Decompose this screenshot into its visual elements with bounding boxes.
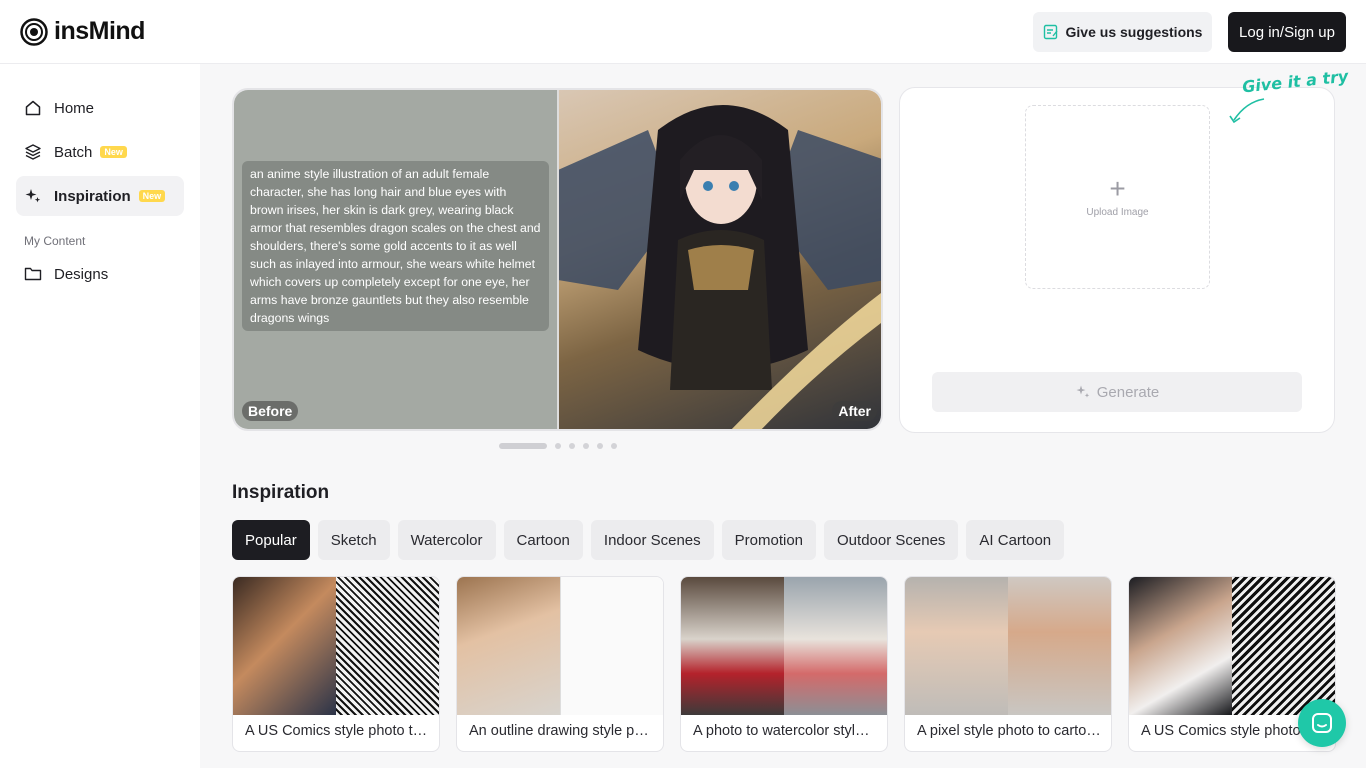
logo-icon (20, 17, 48, 46)
card-preview-image (681, 577, 887, 715)
before-label: Before (242, 401, 299, 421)
card-preview-image (905, 577, 1111, 715)
inspiration-card[interactable]: A photo to watercolor style painting (680, 576, 888, 752)
tab-promotion[interactable]: Promotion (721, 520, 817, 560)
upload-image-dropzone[interactable]: + Upload Image (1025, 105, 1210, 289)
before-after-showcase[interactable]: an anime style illustration of an adult … (232, 88, 883, 431)
logo-text: insMind (54, 17, 145, 45)
generate-button[interactable]: Generate (932, 372, 1302, 412)
carousel-dot[interactable] (583, 443, 589, 449)
tab-ai-cartoon[interactable]: AI Cartoon (966, 520, 1065, 560)
carousel-dot[interactable] (611, 443, 617, 449)
card-title: A photo to watercolor style painting (693, 723, 877, 739)
generate-label: Generate (1096, 383, 1160, 401)
chat-support-button[interactable] (1298, 699, 1346, 747)
after-label: After (832, 401, 877, 421)
plus-icon: + (1109, 172, 1126, 204)
sparkle-icon (1076, 385, 1090, 398)
carousel-dot[interactable] (569, 443, 575, 449)
sidebar-item-label: Designs (54, 265, 109, 283)
carousel-dots (499, 442, 617, 450)
card-preview-image (233, 577, 439, 715)
anime-character-illustration (558, 105, 881, 429)
feedback-icon (1043, 24, 1058, 40)
generator-panel: + Upload Image Generate (899, 87, 1335, 433)
sparkle-icon (25, 189, 41, 203)
chat-icon (1312, 713, 1332, 733)
layers-icon (25, 144, 41, 160)
inspiration-card[interactable]: An outline drawing style photo to sketch (456, 576, 664, 752)
sidebar-item-home[interactable]: Home (16, 88, 184, 128)
sidebar-item-designs[interactable]: Designs (16, 254, 184, 294)
inspiration-card[interactable]: A US Comics style photo to comics (232, 576, 440, 752)
sidebar-item-label: Batch (54, 143, 93, 161)
tab-outdoor-scenes[interactable]: Outdoor Scenes (824, 520, 959, 560)
tab-indoor-scenes[interactable]: Indoor Scenes (590, 520, 714, 560)
prompt-text: an anime style illustration of an adult … (242, 161, 549, 331)
inspiration-card[interactable]: A pixel style photo to cartoon (904, 576, 1112, 752)
login-button[interactable]: Log in/Sign up (1228, 12, 1346, 52)
inspiration-heading: Inspiration (232, 482, 330, 503)
sidebar-item-batch[interactable]: Batch New (16, 132, 184, 172)
inspiration-cards: A US Comics style photo to comics An out… (232, 576, 1336, 752)
logo[interactable]: insMind (20, 17, 145, 46)
carousel-dot[interactable] (499, 443, 547, 449)
before-pane: an anime style illustration of an adult … (234, 90, 558, 429)
new-badge: New (100, 146, 127, 158)
top-header: insMind Give us suggestions Log in/Sign … (0, 0, 1366, 64)
folder-icon (24, 267, 42, 281)
after-image: After (558, 90, 881, 429)
main-content: an anime style illustration of an adult … (200, 64, 1366, 768)
category-tabs: Popular Sketch Watercolor Cartoon Indoor… (232, 520, 1065, 560)
card-preview-image (1129, 577, 1335, 715)
sidebar-item-label: Inspiration (54, 187, 131, 205)
card-preview-image (457, 577, 663, 715)
section-label-my-content: My Content (24, 234, 86, 248)
tab-popular[interactable]: Popular (232, 520, 310, 560)
card-title: An outline drawing style photo to sketch (469, 723, 653, 739)
tab-cartoon[interactable]: Cartoon (503, 520, 583, 560)
card-title: A US Comics style photo to comics (245, 723, 429, 739)
arrow-icon (1229, 98, 1265, 124)
carousel-dot[interactable] (597, 443, 603, 449)
tab-sketch[interactable]: Sketch (317, 520, 390, 560)
home-icon (25, 100, 41, 116)
carousel-dot[interactable] (555, 443, 561, 449)
sidebar: Home Batch New Inspiration New My Conten… (0, 64, 200, 768)
sidebar-item-inspiration[interactable]: Inspiration New (16, 176, 184, 216)
tab-watercolor[interactable]: Watercolor (397, 520, 496, 560)
new-badge: New (138, 190, 166, 202)
card-title: A pixel style photo to cartoon (917, 723, 1101, 739)
compare-divider[interactable] (557, 90, 559, 429)
suggestions-button[interactable]: Give us suggestions (1033, 12, 1212, 52)
upload-label: Upload Image (1086, 206, 1149, 218)
sidebar-item-label: Home (54, 99, 95, 117)
suggestions-label: Give us suggestions (1065, 24, 1203, 40)
